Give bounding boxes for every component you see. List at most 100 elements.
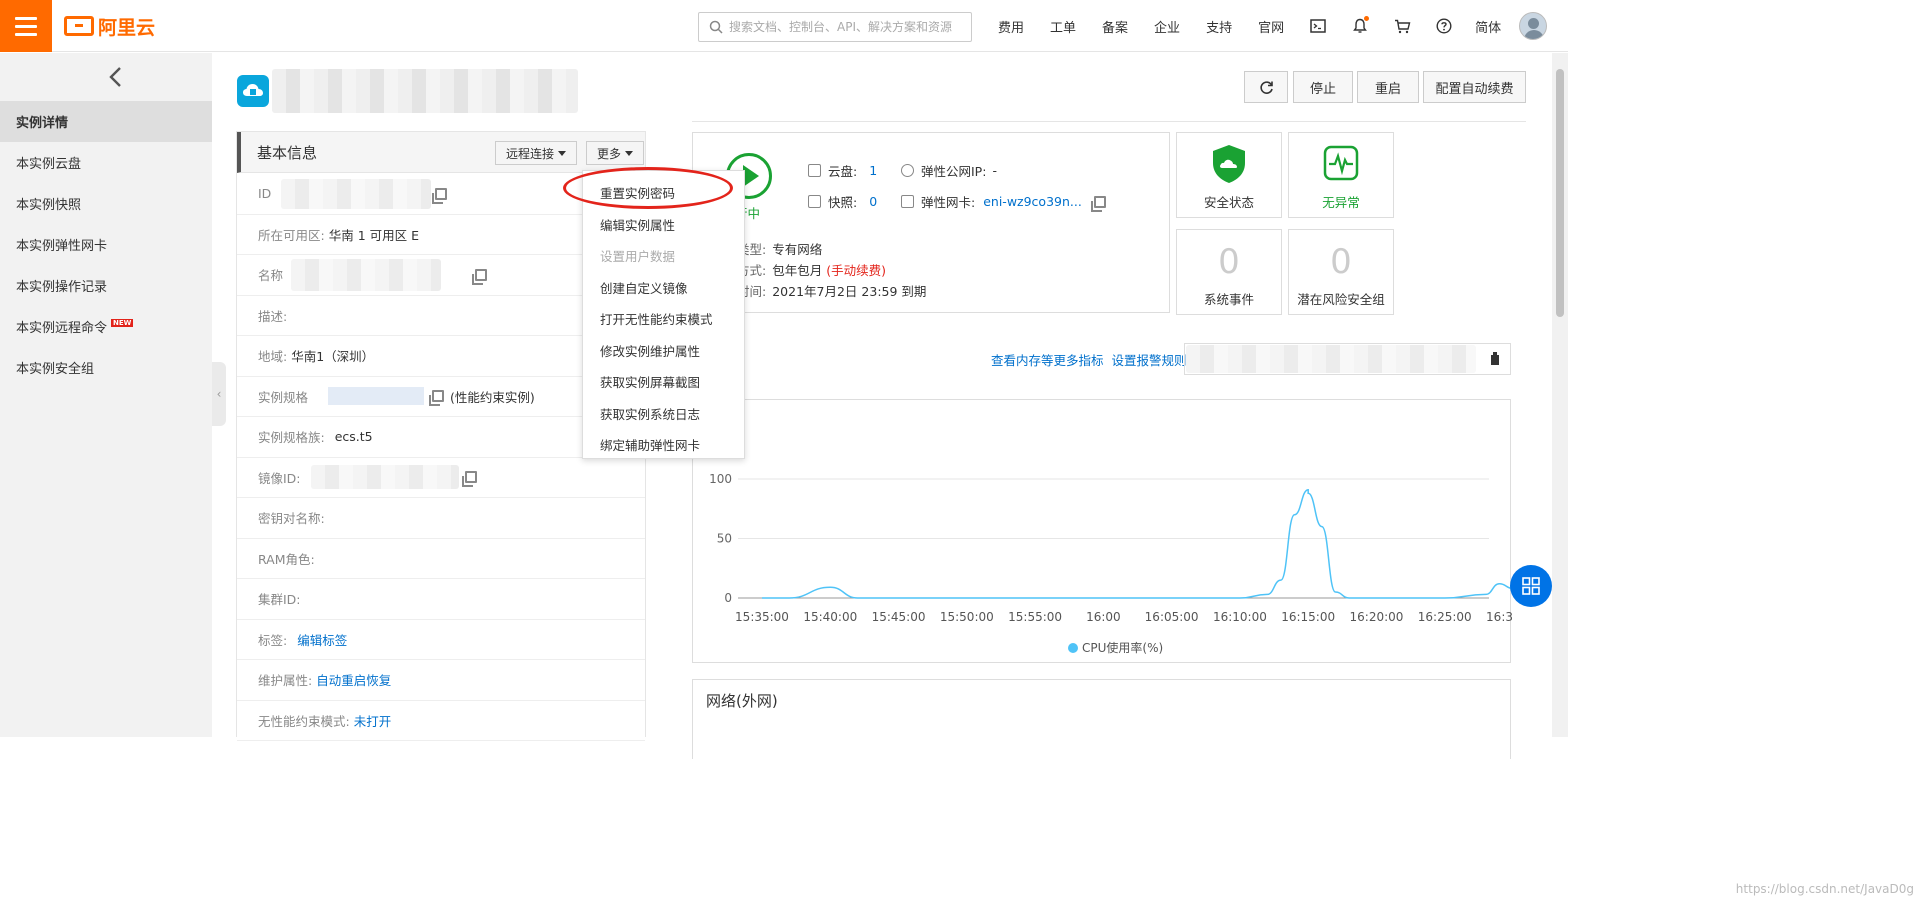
copy-icon[interactable] <box>1090 195 1106 212</box>
more-button[interactable]: 更多 <box>586 141 645 165</box>
menu-item-maintenance[interactable]: 修改实例维护属性 <box>583 335 744 367</box>
sidebar: 实例详情 本实例云盘 本实例快照 本实例弹性网卡 本实例操作记录 本实例远程命令… <box>0 53 212 737</box>
restart-button[interactable]: 重启 <box>1357 71 1419 103</box>
x-tick-label: 16:15:00 <box>1281 610 1335 624</box>
nav-enterprise[interactable]: 企业 <box>1154 17 1180 36</box>
row-label: 实例规格族: <box>258 430 325 446</box>
aliyun-logo[interactable]: 阿里云 <box>64 14 155 39</box>
row-label: 集群ID: <box>258 592 301 608</box>
x-tick-label: 16:10:00 <box>1213 610 1267 624</box>
alarm-rules-link[interactable]: 设置报警规则 <box>1112 353 1187 368</box>
sidebar-item-label: 实例详情 <box>16 116 69 131</box>
sidebar-item-label: 本实例云盘 <box>16 157 82 172</box>
disk-count[interactable]: 1 <box>869 163 877 178</box>
sidebar-item-disks[interactable]: 本实例云盘 <box>0 142 212 183</box>
sidebar-item-operation-logs[interactable]: 本实例操作记录 <box>0 265 212 306</box>
security-status-label: 安全状态 <box>1203 195 1254 210</box>
search-input[interactable] <box>729 20 959 34</box>
time-range-selector[interactable] <box>1184 343 1511 375</box>
copy-icon[interactable] <box>429 390 445 407</box>
basic-info-title: 基本信息 <box>257 143 318 162</box>
spec-redacted <box>328 387 425 406</box>
stop-button[interactable]: 停止 <box>1293 71 1353 103</box>
copy-icon[interactable] <box>472 268 488 285</box>
nav-website[interactable]: 官网 <box>1258 17 1284 36</box>
menu-item-screenshot[interactable]: 获取实例屏幕截图 <box>583 366 744 398</box>
no-anomaly-label: 无异常 <box>1322 195 1360 210</box>
snapshot-label: 快照: <box>828 195 858 210</box>
billing-value: 包年包月 <box>772 263 823 278</box>
main-content: 停止 重启 配置自动续费 基本信息 远程连接 更多 ID 所在可用区: 华南 1… <box>226 53 1552 759</box>
search-box[interactable] <box>698 12 972 42</box>
menu-item-system-log[interactable]: 获取实例系统日志 <box>583 398 744 430</box>
edit-tags-link[interactable]: 编辑标签 <box>297 630 347 649</box>
more-metrics-link[interactable]: 查看内存等更多指标 <box>991 353 1104 368</box>
nav-support[interactable]: 支持 <box>1206 17 1232 36</box>
row-value: 华南 1 可用区 E <box>328 227 419 243</box>
help-icon[interactable] <box>1423 0 1465 52</box>
apps-grid-button[interactable] <box>1510 565 1552 607</box>
sidebar-item-security-groups[interactable]: 本实例安全组 <box>0 347 212 388</box>
legend-marker <box>1068 643 1078 653</box>
row-label: ID <box>258 186 272 202</box>
row-label: 无性能约束模式: <box>258 713 350 729</box>
sidebar-collapse-handle[interactable]: ‹ <box>212 362 226 426</box>
sidebar-item-instance-details[interactable]: 实例详情 <box>0 101 212 142</box>
sidebar-item-label: 本实例远程命令 <box>16 321 108 336</box>
sidebar-item-eni[interactable]: 本实例弹性网卡 <box>0 224 212 265</box>
terminal-icon[interactable] <box>1297 0 1339 52</box>
sidebar-item-snapshots[interactable]: 本实例快照 <box>0 183 212 224</box>
row-label: 标签: <box>258 632 288 648</box>
menu-item-edit-attributes[interactable]: 编辑实例属性 <box>583 209 744 241</box>
auto-restart-link[interactable]: 自动重启恢复 <box>316 670 391 689</box>
copy-icon[interactable] <box>461 471 477 488</box>
top-navigation-bar: 阿里云 费用 工单 备案 企业 支持 官网 简体 <box>0 0 1568 52</box>
remote-connect-button[interactable]: 远程连接 <box>495 141 578 165</box>
security-status-card[interactable]: 安全状态 <box>1176 132 1282 218</box>
network-title: 网络(外网) <box>706 692 778 710</box>
network-type: 类型: 专有网络 <box>737 239 822 258</box>
row-label: 维护属性: <box>258 673 313 689</box>
row-label: 密钥对名称: <box>258 511 325 527</box>
billing-method: 方式: 包年包月 (手动续费) <box>737 260 886 279</box>
chevron-left-icon[interactable] <box>104 65 128 89</box>
menu-item-create-image[interactable]: 创建自定义镜像 <box>583 272 744 304</box>
menu-item-bind-eni[interactable]: 绑定辅助弹性网卡 <box>583 429 744 461</box>
risk-security-group-card[interactable]: 0 潜在风险安全组 <box>1288 229 1394 315</box>
eni-link[interactable]: eni-wz9co39n... <box>983 194 1082 209</box>
nav-icp[interactable]: 备案 <box>1102 17 1128 36</box>
system-events-card[interactable]: 0 系统事件 <box>1176 229 1282 315</box>
language-switch[interactable]: 简体 <box>1475 17 1501 36</box>
bell-icon[interactable] <box>1339 0 1381 52</box>
x-tick-label: 16:25:00 <box>1418 610 1472 624</box>
sidebar-item-label: 本实例弹性网卡 <box>16 239 108 254</box>
logo-mark <box>64 16 94 36</box>
unlimited-mode-link[interactable]: 未打开 <box>354 711 392 730</box>
cpu-series-line <box>761 488 1527 599</box>
row-tags: 标签: 编辑标签 <box>237 620 645 660</box>
copy-icon[interactable] <box>432 187 448 204</box>
scroll-thumb[interactable] <box>1556 69 1564 317</box>
menu-icon[interactable] <box>0 0 52 52</box>
risk-security-group-count: 0 <box>1330 242 1352 282</box>
nav-billing[interactable]: 费用 <box>998 17 1024 36</box>
snapshot-count[interactable]: 0 <box>869 194 877 209</box>
caret-down-icon <box>625 150 634 156</box>
page-scrollbar[interactable] <box>1552 53 1568 737</box>
x-tick-label: 15:35:00 <box>735 610 789 624</box>
nav-tickets[interactable]: 工单 <box>1050 17 1076 36</box>
no-anomaly-card[interactable]: 无异常 <box>1288 132 1394 218</box>
auto-renew-button[interactable]: 配置自动续费 <box>1423 71 1526 103</box>
menu-item-unlimited-mode[interactable]: 打开无性能约束模式 <box>583 303 744 335</box>
monitor-links: 查看内存等更多指标 设置报警规则 <box>991 350 1187 369</box>
system-events-label: 系统事件 <box>1203 292 1254 307</box>
avatar[interactable] <box>1519 12 1548 40</box>
sidebar-item-remote-commands[interactable]: 本实例远程命令 NEW <box>0 306 212 347</box>
eni-label: 弹性网卡: <box>921 195 976 210</box>
id-redacted <box>281 178 432 209</box>
row-label: 镜像ID: <box>258 470 301 486</box>
menu-item-reset-password[interactable]: 重置实例密码 <box>583 177 744 209</box>
cart-icon[interactable] <box>1381 0 1423 52</box>
search-icon <box>709 20 723 34</box>
refresh-button[interactable] <box>1244 71 1288 103</box>
